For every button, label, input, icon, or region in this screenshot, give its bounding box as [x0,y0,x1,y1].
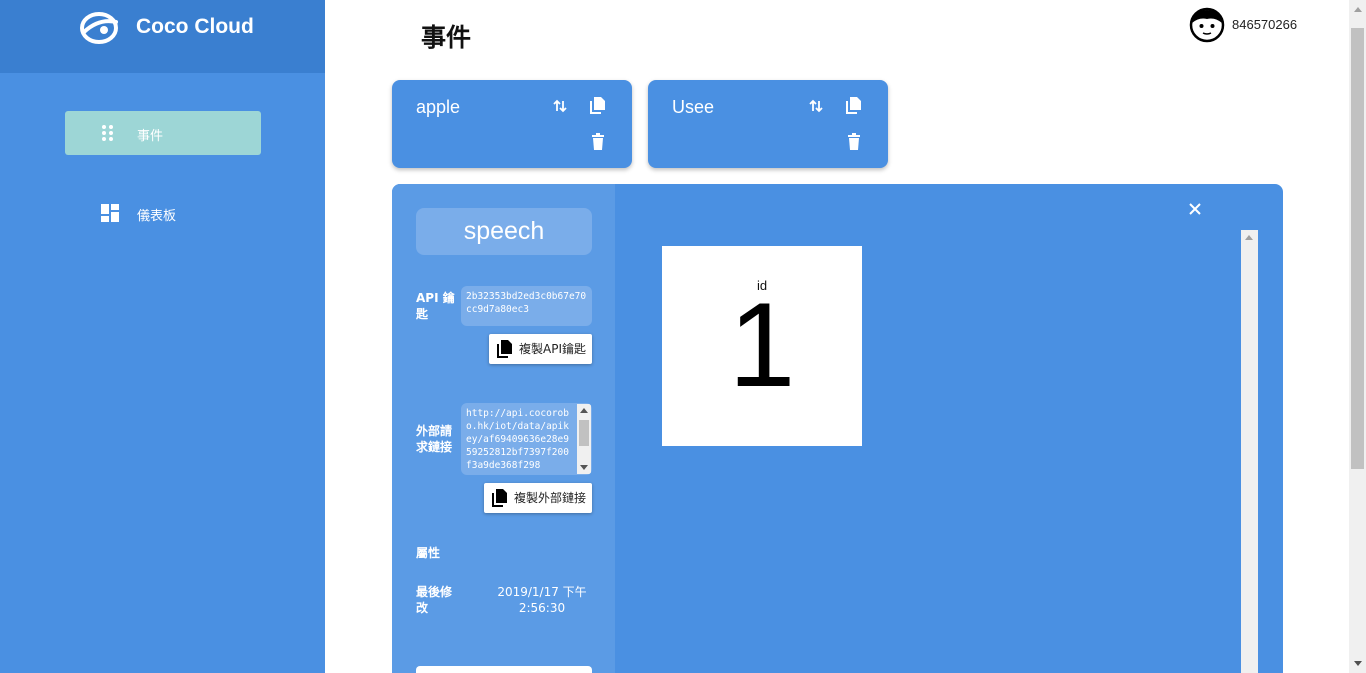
trash-icon[interactable] [588,132,608,152]
copy-icon[interactable] [844,96,864,116]
copy-icon [497,340,512,358]
event-name: speech [416,208,592,255]
page-scrollbar[interactable] [1349,0,1366,673]
dashboard-icon [101,204,119,222]
event-detail-panel: speech API 鑰匙 2b32353bd2ed3c0b67e70cc9d7… [392,184,1283,673]
device-name: Usee [672,97,715,117]
copy-external-link-label: 複製外部鏈接 [514,491,587,505]
close-icon[interactable] [1187,201,1203,217]
avatar-icon [1189,7,1225,43]
copy-external-link-button[interactable]: 複製外部鏈接 [484,483,593,513]
event-info-column: speech API 鑰匙 2b32353bd2ed3c0b67e70cc9d7… [392,184,615,673]
copy-api-key-label: 複製API鑰匙 [519,342,586,356]
copy-api-key-button[interactable]: 複製API鑰匙 [489,334,592,364]
device-name: apple [416,97,461,117]
scroll-thumb[interactable] [1351,28,1364,469]
brand-bar: Coco Cloud [0,0,325,73]
sidebar-item-events[interactable]: 事件 [65,111,261,155]
swap-vert-icon[interactable] [806,96,826,116]
swap-vert-icon[interactable] [550,96,570,116]
brand-name: Coco Cloud [136,15,254,38]
last-modified-label: 最後修改 [416,585,453,615]
widget-value: 1 [728,278,796,412]
scroll-up-icon[interactable] [580,408,588,413]
user-id: 846570266 [1232,17,1298,32]
coco-cloud-logo-icon[interactable] [78,10,120,46]
external-link-field[interactable]: http://api.cocorobo.hk/iot/data/apikey/a… [461,403,592,475]
sidebar: Coco Cloud 事件 儀表板 [0,0,325,673]
api-key-field[interactable]: 2b32353bd2ed3c0b67e70cc9d7a80ec3 [461,286,592,326]
scrollbar[interactable] [1241,230,1258,673]
data-widget[interactable]: id 1 [662,246,862,446]
sidebar-item-dashboard[interactable]: 儀表板 [65,191,261,235]
scroll-thumb[interactable] [579,420,589,446]
bottom-action-button[interactable] [416,666,592,673]
scroll-up-icon[interactable] [1245,235,1253,240]
device-card-apple[interactable]: apple [392,80,632,168]
copy-icon[interactable] [588,96,608,116]
properties-label: 屬性 [416,546,441,560]
device-card-usee[interactable]: Usee [648,80,888,168]
api-key-label: API 鑰匙 [416,291,455,321]
trash-icon[interactable] [844,132,864,152]
sidebar-item-label: 事件 [137,129,164,144]
scrollbar[interactable] [577,404,591,474]
sidebar-item-label: 儀表板 [137,209,177,224]
page-title: 事件 [421,23,472,52]
scroll-down-icon[interactable] [580,465,588,470]
scroll-up-icon[interactable] [1354,7,1362,12]
dots-grid-icon [102,125,113,141]
scroll-down-icon[interactable] [1354,661,1362,666]
last-modified-value: 2019/1/17 下午2:56:30 [497,585,587,615]
external-link-text: http://api.cocorobo.hk/iot/data/apikey/a… [466,408,569,471]
external-link-label: 外部請求鏈接 [416,424,453,454]
copy-icon [492,489,507,507]
